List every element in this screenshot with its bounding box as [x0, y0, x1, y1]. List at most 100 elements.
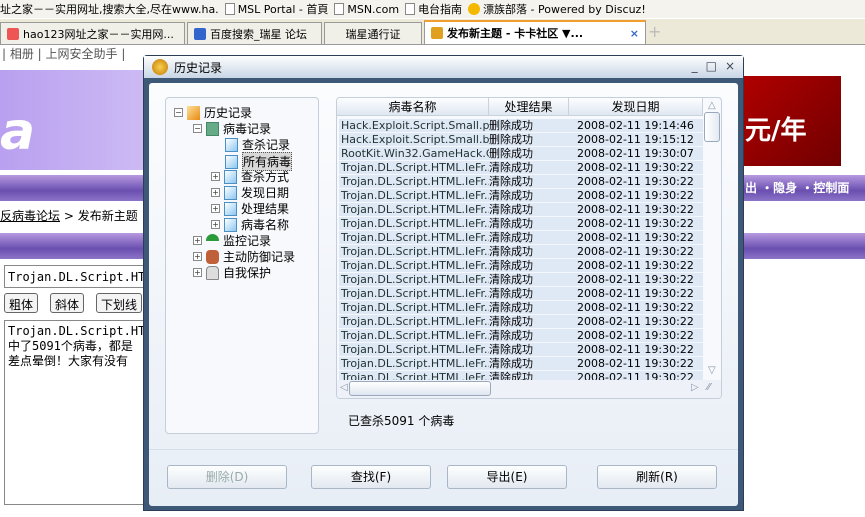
cell-date: 2008-02-11 19:15:12	[577, 133, 694, 146]
cell-result: 清除成功	[489, 259, 533, 272]
bookmark-piaozu[interactable]: 漂族部落 - Powered by Discuz!	[468, 1, 646, 17]
table-row[interactable]: Hack.Exploit.Script.Small.p 删除成功 2008-02-1…	[339, 119, 703, 133]
tree-node-active-defense[interactable]: + 主动防御记录	[193, 248, 295, 265]
table-row[interactable]: Trojan.DL.Script.HTML.IeFr... 清除成功 2008-02…	[339, 315, 703, 329]
cell-date: 2008-02-11 19:30:22	[577, 189, 694, 202]
italic-button[interactable]: 斜体	[50, 293, 85, 313]
tab-hao123[interactable]: hao123网址之家－－实用网...	[0, 22, 185, 44]
expand-icon[interactable]: +	[211, 188, 220, 197]
rising-tiger-icon	[152, 59, 168, 75]
bookmark-label: MSL Portal - 首頁	[237, 3, 329, 16]
table-row[interactable]: Trojan.DL.Script.HTML.IeFr... 清除成功 2008-02…	[339, 231, 703, 245]
page-icon	[334, 3, 345, 15]
cell-virus-name: RootKit.Win32.GameHack.G...	[341, 147, 489, 160]
breadcrumb: 反病毒论坛 > 发布新主题	[0, 207, 138, 224]
table-row[interactable]: Trojan.DL.Script.HTML.IeFr... 清除成功 2008-02…	[339, 329, 703, 343]
expand-icon[interactable]: +	[211, 172, 220, 181]
table-row[interactable]: Trojan.DL.Script.HTML.IeFr... 清除成功 2008-02…	[339, 161, 703, 175]
cell-date: 2008-02-11 19:30:22	[577, 161, 694, 174]
document-icon	[224, 185, 237, 200]
horizontal-scroll-thumb[interactable]	[349, 381, 491, 396]
expand-icon[interactable]: +	[211, 220, 220, 229]
table-row[interactable]: Trojan.DL.Script.HTML.IeFr... 清除成功 2008-02…	[339, 287, 703, 301]
table-row[interactable]: Trojan.DL.Script.HTML.IeFr... 清除成功 2008-02…	[339, 245, 703, 259]
expand-icon[interactable]: +	[211, 204, 220, 213]
maximize-button[interactable]: □	[706, 59, 717, 73]
tree-label: 病毒名称	[241, 218, 290, 232]
tree-node-found-date[interactable]: + 发现日期	[211, 184, 289, 201]
collapse-icon[interactable]: −	[174, 108, 183, 117]
bold-button[interactable]: 粗体	[4, 293, 39, 313]
tab-rising-pass[interactable]: 瑞星通行证	[324, 22, 422, 44]
cell-date: 2008-02-11 19:30:07	[577, 147, 694, 160]
cell-virus-name: Trojan.DL.Script.HTML.IeFr...	[341, 189, 489, 202]
resize-grip-icon[interactable]: ⁄⁄	[707, 382, 710, 393]
dialog-titlebar[interactable]: 历史记录	[144, 56, 743, 78]
tree-node-virus-name[interactable]: + 病毒名称	[211, 216, 289, 233]
bookmark-hao123[interactable]: 址之家－－实用网址,搜索大全,尽在www.ha.	[0, 1, 219, 17]
column-header-date[interactable]: 发现日期	[569, 98, 703, 115]
scroll-left-icon[interactable]: ◁	[340, 382, 348, 393]
expand-icon[interactable]: +	[193, 268, 202, 277]
tree-node-monitor-records[interactable]: + 监控记录	[193, 232, 271, 249]
table-row[interactable]: Trojan.DL.Script.HTML.IeFr... 清除成功 2008-02…	[339, 203, 703, 217]
bookmark-msl[interactable]: MSL Portal - 首頁	[224, 1, 329, 17]
table-row[interactable]: Trojan.DL.Script.HTML.IeFr... 清除成功 2008-02…	[339, 189, 703, 203]
cell-date: 2008-02-11 19:30:22	[577, 329, 694, 342]
breadcrumb-forum-link[interactable]: 反病毒论坛	[0, 209, 60, 223]
column-header-result[interactable]: 处理结果	[489, 98, 569, 115]
table-row[interactable]: Trojan.DL.Script.HTML.IeFr... 清除成功 2008-02…	[339, 175, 703, 189]
table-row[interactable]: Trojan.DL.Script.HTML.IeFr... 清除成功 2008-02…	[339, 343, 703, 357]
collapse-icon[interactable]: −	[193, 124, 202, 133]
cell-virus-name: Hack.Exploit.Script.Small.p	[341, 119, 489, 132]
nav-links[interactable]: 出 ・隐身 ・控制面	[745, 179, 849, 196]
vertical-scroll-thumb[interactable]	[704, 112, 720, 142]
expand-icon[interactable]: +	[193, 236, 202, 245]
export-button[interactable]: 导出(E)	[447, 465, 567, 489]
bookmark-msn[interactable]: MSN.com	[334, 3, 399, 16]
new-tab-button[interactable]: +	[648, 22, 662, 44]
document-icon	[225, 154, 238, 169]
close-tab-icon[interactable]: ×	[630, 27, 639, 40]
underline-button[interactable]: 下划线	[96, 293, 143, 313]
post-body-textarea[interactable]: Trojan.DL.Script.HTM 中了5091个病毒，都是 差点晕倒！大…	[4, 320, 154, 505]
tab-bar: hao123网址之家－－实用网... 百度搜索_瑞星 论坛 瑞星通行证 发布新主…	[0, 19, 865, 45]
tree-node-history[interactable]: − 历史记录	[174, 104, 252, 121]
top-links[interactable]: | 相册 | 上网安全助手 |	[0, 45, 125, 63]
close-button[interactable]: ×	[725, 59, 735, 73]
status-text: 已查杀5091 个病毒	[348, 414, 455, 428]
tree-node-virus-records[interactable]: − 病毒记录	[193, 120, 271, 137]
cell-result: 清除成功	[489, 301, 533, 314]
cell-virus-name: Trojan.DL.Script.HTML.IeFr...	[341, 217, 489, 230]
table-row[interactable]: RootKit.Win32.GameHack.G... 删除成功 2008-02-1…	[339, 147, 703, 161]
scroll-up-icon[interactable]: △	[708, 100, 716, 111]
scroll-right-icon[interactable]: ▷	[691, 382, 699, 393]
find-button[interactable]: 查找(F)	[311, 465, 431, 489]
delete-button[interactable]: 删除(D)	[167, 465, 287, 489]
tab-baidu[interactable]: 百度搜索_瑞星 论坛	[187, 22, 322, 44]
tree-node-scan-method[interactable]: + 查杀方式	[211, 168, 289, 185]
table-row[interactable]: Trojan.DL.Script.HTML.IeFr... 清除成功 2008-02…	[339, 301, 703, 315]
bookmark-radio[interactable]: 电台指南	[405, 1, 462, 17]
refresh-button[interactable]: 刷新(R)	[597, 465, 717, 489]
tree-node-result[interactable]: + 处理结果	[211, 200, 289, 217]
umbrella-icon	[206, 233, 219, 248]
table-row[interactable]: Trojan.DL.Script.HTML.IeFr... 清除成功 2008-02…	[339, 259, 703, 273]
cell-virus-name: Trojan.DL.Script.HTML.IeFr...	[341, 329, 489, 342]
tree-node-self-protect[interactable]: + 自我保护	[193, 264, 271, 281]
column-header-virus-name[interactable]: 病毒名称	[337, 98, 489, 115]
cell-result: 清除成功	[489, 329, 533, 342]
scroll-down-icon[interactable]: ▽	[708, 365, 716, 376]
cell-date: 2008-02-11 19:30:22	[577, 175, 694, 188]
minimize-button[interactable]: _	[692, 59, 698, 73]
tree-label: 发现日期	[241, 186, 290, 200]
tree-node-scan-records[interactable]: 查杀记录	[225, 136, 290, 153]
table-row[interactable]: Trojan.DL.Script.HTML.IeFr... 清除成功 2008-02…	[339, 273, 703, 287]
subject-input[interactable]: Trojan.DL.Script.HTM	[4, 265, 154, 288]
table-row[interactable]: Trojan.DL.Script.HTML.IeFr... 清除成功 2008-02…	[339, 357, 703, 371]
tab-kaka-new-topic[interactable]: 发布新主题 - 卡卡社区 ▼... ×	[424, 20, 646, 44]
table-row[interactable]: Trojan.DL.Script.HTML.IeFr... 清除成功 2008-02…	[339, 217, 703, 231]
table-row[interactable]: Hack.Exploit.Script.Small.ba 删除成功 2008-02-…	[339, 133, 703, 147]
bookmark-label: 电台指南	[418, 3, 463, 16]
expand-icon[interactable]: +	[193, 252, 202, 261]
